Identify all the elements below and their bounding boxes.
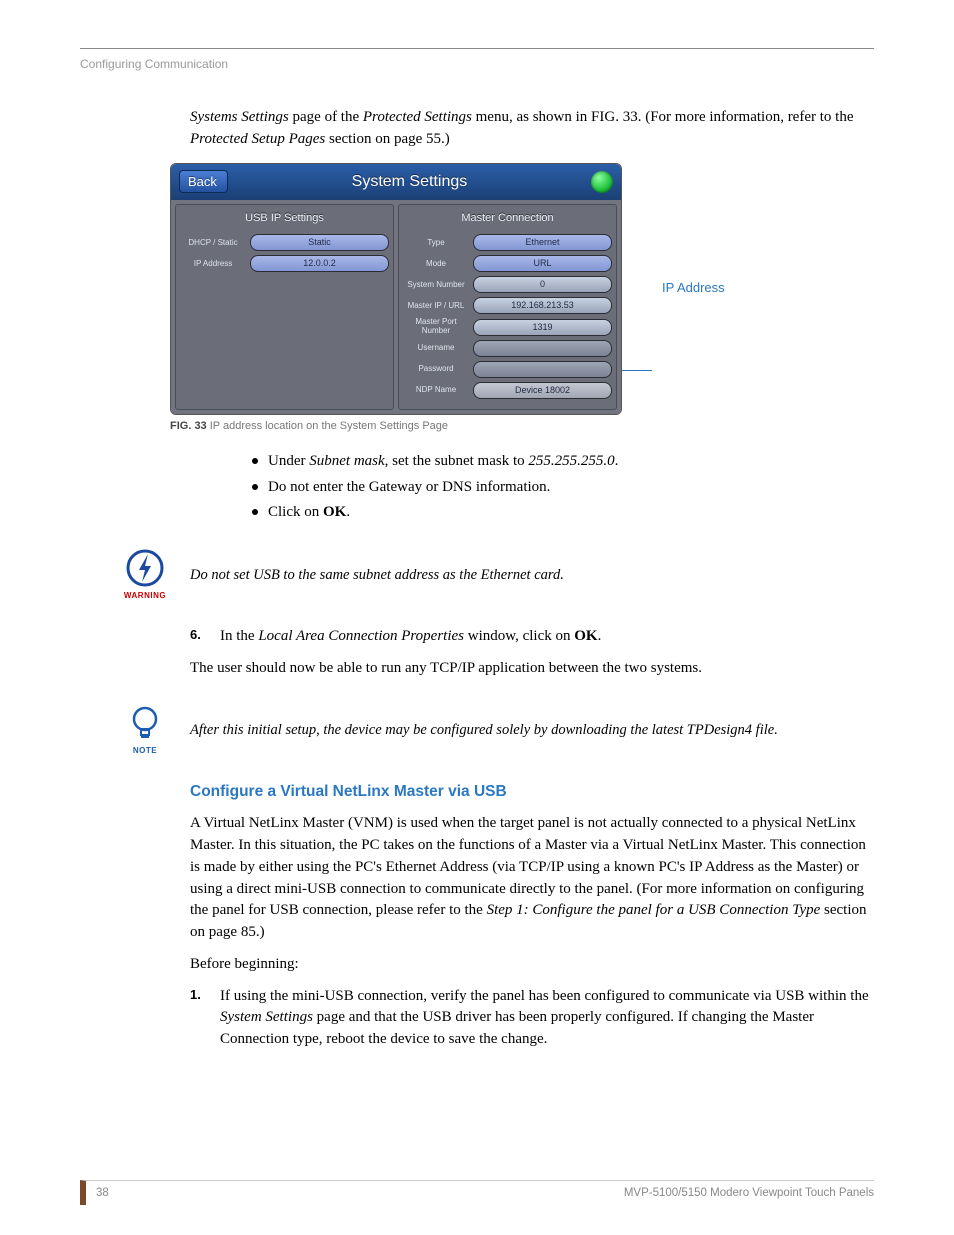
master-col-head: Master Connection <box>401 209 614 233</box>
intro-italic-3: Protected Setup Pages <box>190 131 325 147</box>
ipaddr-label: IP Address <box>180 260 246 269</box>
page-number: 38 <box>96 1187 109 1199</box>
intro-italic-2: Protected Settings <box>363 109 472 125</box>
figure-label: FIG. 33 <box>170 420 207 432</box>
intro-paragraph: Systems Settings page of the Protected S… <box>190 107 874 151</box>
bullet-icon <box>252 509 258 515</box>
ipaddr-row: IP Address 12.0.0.2 <box>178 253 391 274</box>
step6-bold: OK <box>574 628 597 644</box>
usb-col-head: USB IP Settings <box>178 209 391 233</box>
bullet-0-a: Under <box>268 453 309 469</box>
password-label: Password <box>403 365 469 374</box>
intro-italic-1: Systems Settings <box>190 109 289 125</box>
dhcp-value[interactable]: Static <box>250 234 389 251</box>
note-badge: NOTE <box>120 703 170 757</box>
bullet-subnet: Under Subnet mask, set the subnet mask t… <box>252 451 874 473</box>
bullet-icon <box>252 458 258 464</box>
dhcp-row: DHCP / Static Static <box>178 232 391 253</box>
bullet-2-b: OK <box>323 504 346 520</box>
password-value[interactable] <box>473 361 612 378</box>
usb-ip-settings-column: USB IP Settings DHCP / Static Static IP … <box>175 204 394 411</box>
bullet-2-c: . <box>346 504 350 520</box>
intro-text-2: menu, as shown in FIG. 33. (For more inf… <box>472 109 854 125</box>
note-text: After this initial setup, the device may… <box>190 720 778 741</box>
bullet-gateway: Do not enter the Gateway or DNS informat… <box>252 477 874 499</box>
username-value[interactable] <box>473 340 612 357</box>
intro-text-3: section on page 55.) <box>325 131 450 147</box>
masterip-value[interactable]: 192.168.213.53 <box>473 297 612 314</box>
bullet-0-b: , set the subnet mask to <box>385 453 529 469</box>
bullet-0-i2: 255.255.255.0 <box>528 453 614 469</box>
bullet-0-i: Subnet mask <box>309 453 384 469</box>
mode-label: Mode <box>403 260 469 269</box>
warning-label: WARNING <box>120 590 170 602</box>
masterport-label: Master Port Number <box>403 318 469 336</box>
intro-text-1: page of the <box>289 109 363 125</box>
step-1-number: 1. <box>190 986 208 1051</box>
username-label: Username <box>403 344 469 353</box>
bullet-2-a: Click on <box>268 504 323 520</box>
note-callout: NOTE After this initial setup, the devic… <box>120 703 874 757</box>
type-value[interactable]: Ethernet <box>473 234 612 251</box>
warning-callout: WARNING Do not set USB to the same subne… <box>120 548 874 602</box>
note-label: NOTE <box>120 745 170 757</box>
ndp-label: NDP Name <box>403 386 469 395</box>
back-button[interactable]: Back <box>179 170 228 193</box>
after-step6-para: The user should now be able to run any T… <box>190 658 874 680</box>
step-6: 6. In the Local Area Connection Properti… <box>190 626 874 648</box>
type-label: Type <box>403 239 469 248</box>
before-beginning: Before beginning: <box>190 954 874 976</box>
vnm-paragraph: A Virtual NetLinx Master (VNM) is used w… <box>190 813 874 944</box>
step1-a: If using the mini-USB connection, verify… <box>220 988 869 1004</box>
vnm-i: Step 1: Configure the panel for a USB Co… <box>487 902 821 918</box>
step1-i: System Settings <box>220 1009 313 1025</box>
master-connection-column: Master Connection Type Ethernet Mode URL S… <box>398 204 617 411</box>
bullet-list: Under Subnet mask, set the subnet mask t… <box>252 451 874 524</box>
bullet-icon <box>252 484 258 490</box>
lightning-icon <box>125 548 165 588</box>
running-head: Configuring Communication <box>80 48 874 71</box>
footer-doc-title: MVP-5100/5150 Modero Viewpoint Touch Pan… <box>624 1187 874 1199</box>
vnm-heading: Configure a Virtual NetLinx Master via U… <box>190 781 874 803</box>
ipaddr-value[interactable]: 12.0.0.2 <box>250 255 389 272</box>
ndp-value[interactable]: Device 18002 <box>473 382 612 399</box>
masterip-label: Master IP / URL <box>403 302 469 311</box>
bullet-1: Do not enter the Gateway or DNS informat… <box>268 477 550 499</box>
bullet-0-c: . <box>615 453 619 469</box>
masterport-value[interactable]: 1319 <box>473 319 612 336</box>
dhcp-label: DHCP / Static <box>180 239 246 248</box>
step6-b: window, click on <box>464 628 574 644</box>
lightbulb-icon <box>125 703 165 743</box>
warning-badge: WARNING <box>120 548 170 602</box>
panel-title: System Settings <box>228 170 591 193</box>
sysnum-value[interactable]: 0 <box>473 276 612 293</box>
mode-value[interactable]: URL <box>473 255 612 272</box>
page-content: Systems Settings page of the Protected S… <box>190 107 874 1051</box>
page-footer: 38 MVP-5100/5150 Modero Viewpoint Touch … <box>80 1180 874 1205</box>
ip-address-callout: IP Address <box>662 279 725 298</box>
status-led-icon <box>591 171 613 193</box>
figure-wrap: Back System Settings USB IP Settings DHC… <box>170 163 874 416</box>
step-6-number: 6. <box>190 626 208 648</box>
callout-line-icon <box>622 370 652 371</box>
step-1: 1. If using the mini-USB connection, ver… <box>190 986 874 1051</box>
sysnum-label: System Number <box>403 281 469 290</box>
step6-i: Local Area Connection Properties <box>258 628 464 644</box>
step6-a: In the <box>220 628 258 644</box>
panel-body: USB IP Settings DHCP / Static Static IP … <box>171 200 621 415</box>
panel-title-bar: Back System Settings <box>171 164 621 200</box>
step6-c: . <box>598 628 602 644</box>
bullet-ok: Click on OK. <box>252 502 874 524</box>
figure-caption-text: IP address location on the System Settin… <box>207 420 448 432</box>
figure-caption: FIG. 33 IP address location on the Syste… <box>170 419 874 435</box>
warning-text: Do not set USB to the same subnet addres… <box>190 565 564 586</box>
system-settings-panel: Back System Settings USB IP Settings DHC… <box>170 163 622 416</box>
